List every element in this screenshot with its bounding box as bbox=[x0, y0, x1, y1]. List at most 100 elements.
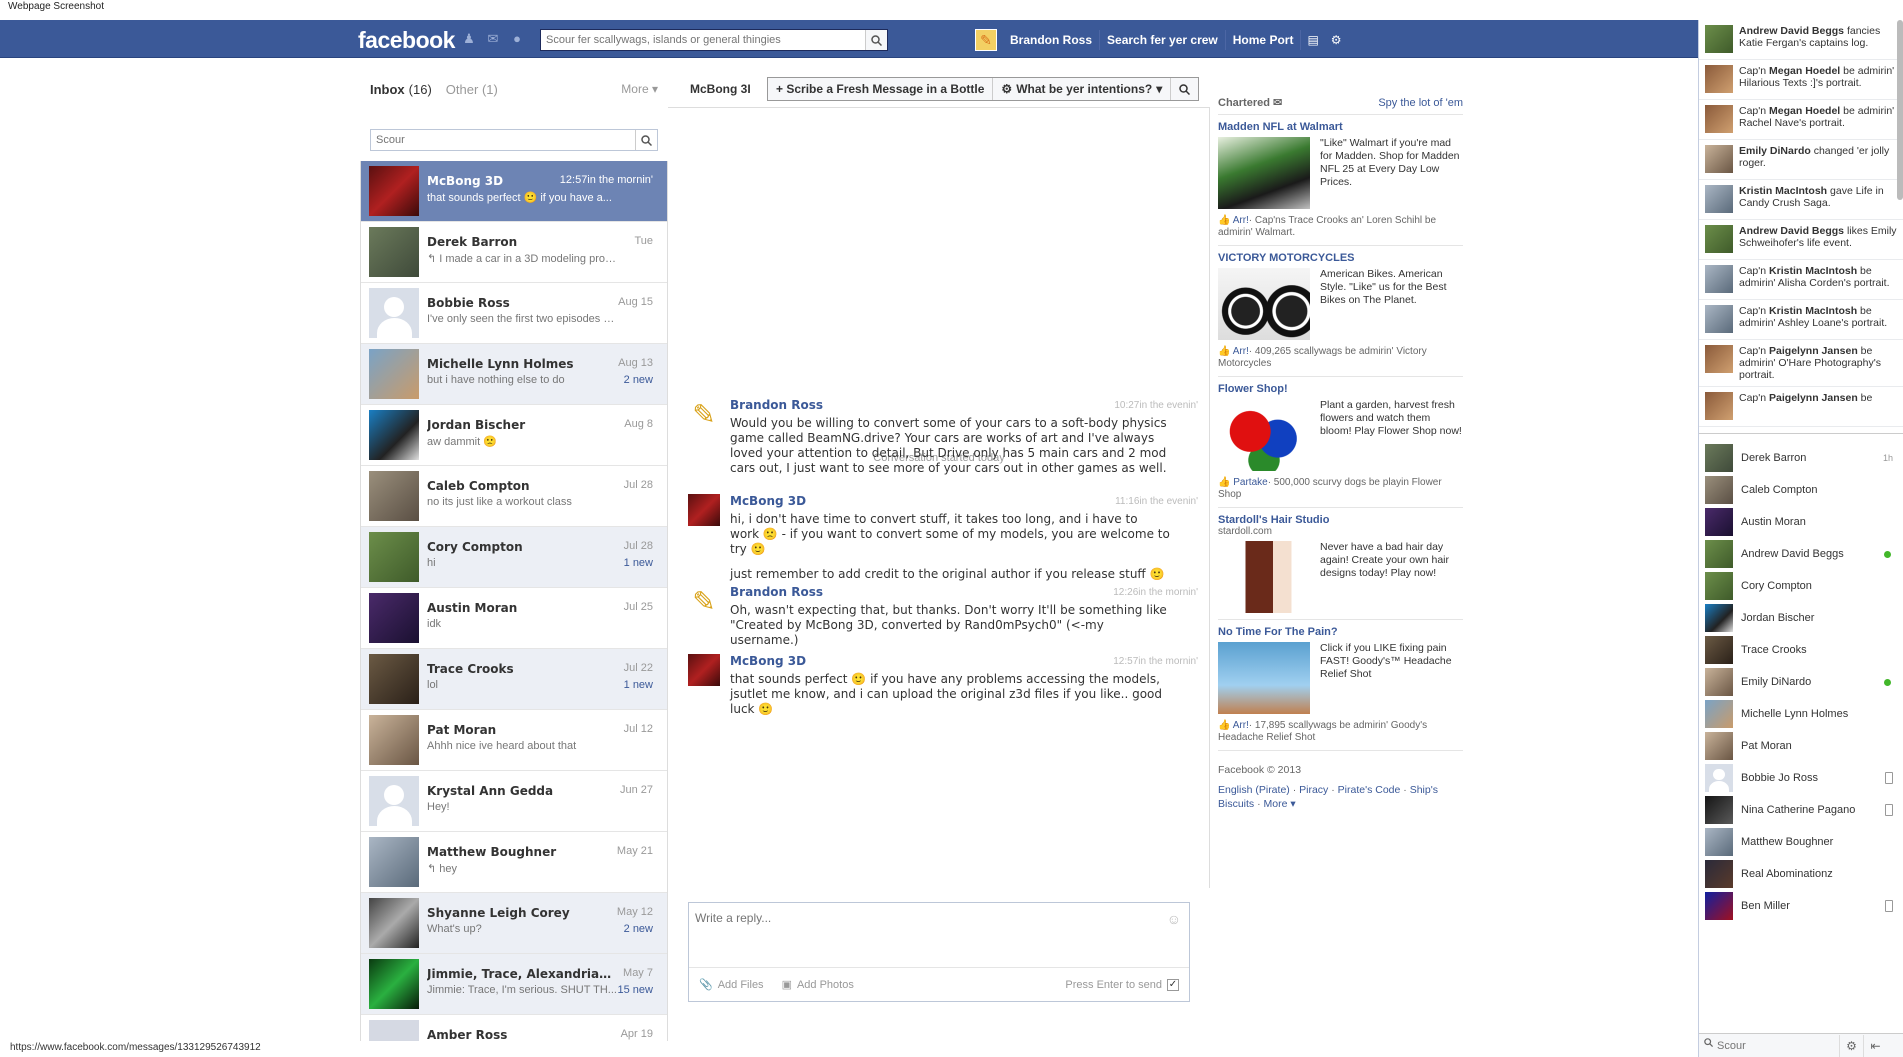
ad-image[interactable] bbox=[1218, 137, 1310, 209]
buddy-item[interactable]: Real Abominationz bbox=[1699, 858, 1903, 890]
ticker-item[interactable]: Emily DiNardo changed 'er jolly roger. bbox=[1699, 140, 1903, 180]
search-icon[interactable] bbox=[865, 30, 887, 50]
other-tab[interactable]: Other (1) bbox=[446, 82, 498, 97]
buddy-item[interactable]: Ben Miller bbox=[1699, 890, 1903, 922]
ad-title[interactable]: Flower Shop! bbox=[1218, 383, 1463, 395]
chat-search-input[interactable] bbox=[1699, 1034, 1839, 1057]
buddy-item[interactable]: Austin Moran bbox=[1699, 506, 1903, 538]
ticker-item[interactable]: Cap'n Paigelynn Jansen be admirin' O'Har… bbox=[1699, 340, 1903, 387]
profile-link[interactable]: Brandon Ross bbox=[1003, 30, 1101, 50]
reply-input[interactable] bbox=[689, 903, 1159, 963]
ad-title[interactable]: VICTORY MOTORCYCLES bbox=[1218, 252, 1463, 264]
search-conversation-button[interactable] bbox=[1171, 78, 1198, 100]
thread-row[interactable]: Bobbie Ross I've only seen the first two … bbox=[361, 283, 667, 344]
avatar[interactable] bbox=[688, 494, 720, 526]
thread-row[interactable]: Shyanne Leigh Corey What's up? May 12 2 new bbox=[361, 893, 667, 954]
pencil-avatar-icon[interactable]: ✎ bbox=[688, 585, 720, 617]
ad-title[interactable]: Stardoll's Hair Studio bbox=[1218, 514, 1463, 526]
ticker-actor[interactable]: Kristin MacIntosh bbox=[1739, 185, 1827, 197]
profile-pencil-icon[interactable]: ✎ bbox=[975, 29, 997, 51]
ticker-actor[interactable]: Andrew David Beggs bbox=[1739, 225, 1844, 237]
find-friends-link[interactable]: Search fer yer crew bbox=[1100, 30, 1226, 50]
buddy-item[interactable]: Nina Catherine Pagano bbox=[1699, 794, 1903, 826]
buddy-item[interactable]: Jordan Bischer bbox=[1699, 602, 1903, 634]
ticker-scrollbar[interactable] bbox=[1897, 20, 1903, 200]
ad-action-link[interactable]: Arr! bbox=[1233, 720, 1249, 731]
buddy-item[interactable]: Emily DiNardo bbox=[1699, 666, 1903, 698]
ad-image[interactable] bbox=[1218, 642, 1310, 714]
ticker-actor[interactable]: Emily DiNardo bbox=[1739, 145, 1811, 157]
pencil-avatar-icon[interactable]: ✎ bbox=[688, 398, 720, 430]
thread-row[interactable]: Krystal Ann Gedda Hey! Jun 27 bbox=[361, 771, 667, 832]
facebook-logo[interactable]: facebook bbox=[358, 27, 455, 54]
message-search-input[interactable] bbox=[371, 130, 631, 150]
thread-row[interactable]: Derek Barron ↰ I made a car in a 3D model… bbox=[361, 222, 667, 283]
global-search-input[interactable] bbox=[541, 30, 861, 50]
footer-link-privacy[interactable]: Piracy bbox=[1299, 784, 1328, 796]
message-author[interactable]: Brandon Ross bbox=[730, 585, 823, 599]
friend-requests-icon[interactable]: ♟ bbox=[460, 31, 478, 47]
ad-action-link[interactable]: Arr! bbox=[1233, 215, 1249, 226]
actions-dropdown[interactable]: ⚙ What be yer intentions? ▾ bbox=[993, 78, 1172, 100]
thread-row[interactable]: McBong 3D that sounds perfect 🙂 if you ha… bbox=[361, 161, 667, 222]
ticker-actor[interactable]: Megan Hoedel bbox=[1769, 65, 1840, 77]
ticker-item[interactable]: Cap'n Megan Hoedel be admirin' Rachel Na… bbox=[1699, 100, 1903, 140]
emoticon-icon[interactable]: ☺ bbox=[1167, 911, 1181, 927]
ticker-item[interactable]: Cap'n Paigelynn Jansen be bbox=[1699, 387, 1903, 427]
ad-image[interactable] bbox=[1218, 268, 1310, 340]
thread-row[interactable]: Jimmie, Trace, Alexandria, 3 Jimmie: Trac… bbox=[361, 954, 667, 1015]
messages-icon[interactable]: ✉ bbox=[484, 31, 502, 47]
add-photos-button[interactable]: ▣ Add Photos bbox=[782, 978, 854, 992]
thread-row[interactable]: Jordan Bischer aw dammit 🙁 Aug 8 bbox=[361, 405, 667, 466]
thread-row[interactable]: Trace Crooks lol Jul 22 1 new bbox=[361, 649, 667, 710]
search-icon[interactable] bbox=[635, 130, 657, 150]
ticker-item[interactable]: Cap'n Megan Hoedel be admirin' Hilarious… bbox=[1699, 60, 1903, 100]
thread-row[interactable]: Cory Compton hi Jul 28 1 new bbox=[361, 527, 667, 588]
ticker-actor[interactable]: Kristin MacIntosh bbox=[1769, 305, 1857, 317]
ticker-item[interactable]: Andrew David Beggs likes Emily Schweihof… bbox=[1699, 220, 1903, 260]
ad-image[interactable] bbox=[1218, 541, 1310, 613]
ticker-item[interactable]: Kristin MacIntosh gave Life in Candy Cru… bbox=[1699, 180, 1903, 220]
buddy-item[interactable]: Caleb Compton bbox=[1699, 474, 1903, 506]
message-author[interactable]: McBong 3D bbox=[730, 654, 806, 668]
message-author[interactable]: McBong 3D bbox=[730, 494, 806, 508]
ticker-actor[interactable]: Megan Hoedel bbox=[1769, 105, 1840, 117]
ad-title[interactable]: No Time For The Pain? bbox=[1218, 626, 1463, 638]
footer-link-language[interactable]: English (Pirate) bbox=[1218, 784, 1290, 796]
avatar[interactable] bbox=[688, 654, 720, 686]
new-message-button[interactable]: + Scribe a Fresh Message in a Bottle bbox=[768, 78, 994, 100]
thread-row[interactable]: Michelle Lynn Holmes but i have nothing e… bbox=[361, 344, 667, 405]
ticker-item[interactable]: Cap'n Kristin MacIntosh be admirin' Alis… bbox=[1699, 260, 1903, 300]
gear-icon[interactable]: ⚙ bbox=[1325, 33, 1348, 47]
ticker-item[interactable]: Andrew David Beggs fancies Katie Fergan'… bbox=[1699, 20, 1903, 60]
ticker-actor[interactable]: Paigelynn Jansen bbox=[1769, 345, 1858, 357]
home-link[interactable]: Home Port bbox=[1226, 30, 1302, 50]
thread-row[interactable]: Amber Ross Apr 19 bbox=[361, 1015, 667, 1041]
chat-options-gear-icon[interactable]: ⚙ bbox=[1839, 1034, 1863, 1057]
see-all-ads-link[interactable]: Spy the lot of 'em bbox=[1378, 97, 1463, 109]
buddy-item[interactable]: Derek Barron 1h bbox=[1699, 442, 1903, 474]
buddy-item[interactable]: Michelle Lynn Holmes bbox=[1699, 698, 1903, 730]
buddy-item[interactable]: Pat Moran bbox=[1699, 730, 1903, 762]
footer-link-more[interactable]: More ▾ bbox=[1264, 798, 1296, 810]
buddy-item[interactable]: Trace Crooks bbox=[1699, 634, 1903, 666]
add-files-button[interactable]: 📎 Add Files bbox=[699, 978, 764, 992]
notifications-globe-icon[interactable]: ● bbox=[508, 31, 526, 47]
inbox-tab[interactable]: Inbox bbox=[370, 82, 405, 97]
ticker-actor[interactable]: Paigelynn Jansen bbox=[1769, 392, 1858, 404]
privacy-shortcuts-icon[interactable]: ▤ bbox=[1301, 33, 1324, 47]
hide-sidebar-icon[interactable]: ⇤ bbox=[1863, 1034, 1887, 1057]
thread-row[interactable]: Austin Moran idk Jul 25 bbox=[361, 588, 667, 649]
buddy-item[interactable]: Matthew Boughner bbox=[1699, 826, 1903, 858]
ad-action-link[interactable]: Partake bbox=[1233, 477, 1267, 488]
ad-image[interactable] bbox=[1218, 399, 1310, 471]
message-author[interactable]: Brandon Ross bbox=[730, 398, 823, 412]
ticker-actor[interactable]: Andrew David Beggs bbox=[1739, 25, 1844, 37]
more-dropdown[interactable]: More ▾ bbox=[621, 82, 658, 96]
buddy-item[interactable]: Andrew David Beggs bbox=[1699, 538, 1903, 570]
thread-row[interactable]: Matthew Boughner ↰ hey May 21 bbox=[361, 832, 667, 893]
ad-action-link[interactable]: Arr! bbox=[1233, 346, 1249, 357]
thread-row[interactable]: Caleb Compton no its just like a workout … bbox=[361, 466, 667, 527]
buddy-item[interactable]: Bobbie Jo Ross bbox=[1699, 762, 1903, 794]
ticker-actor[interactable]: Kristin MacIntosh bbox=[1769, 265, 1857, 277]
